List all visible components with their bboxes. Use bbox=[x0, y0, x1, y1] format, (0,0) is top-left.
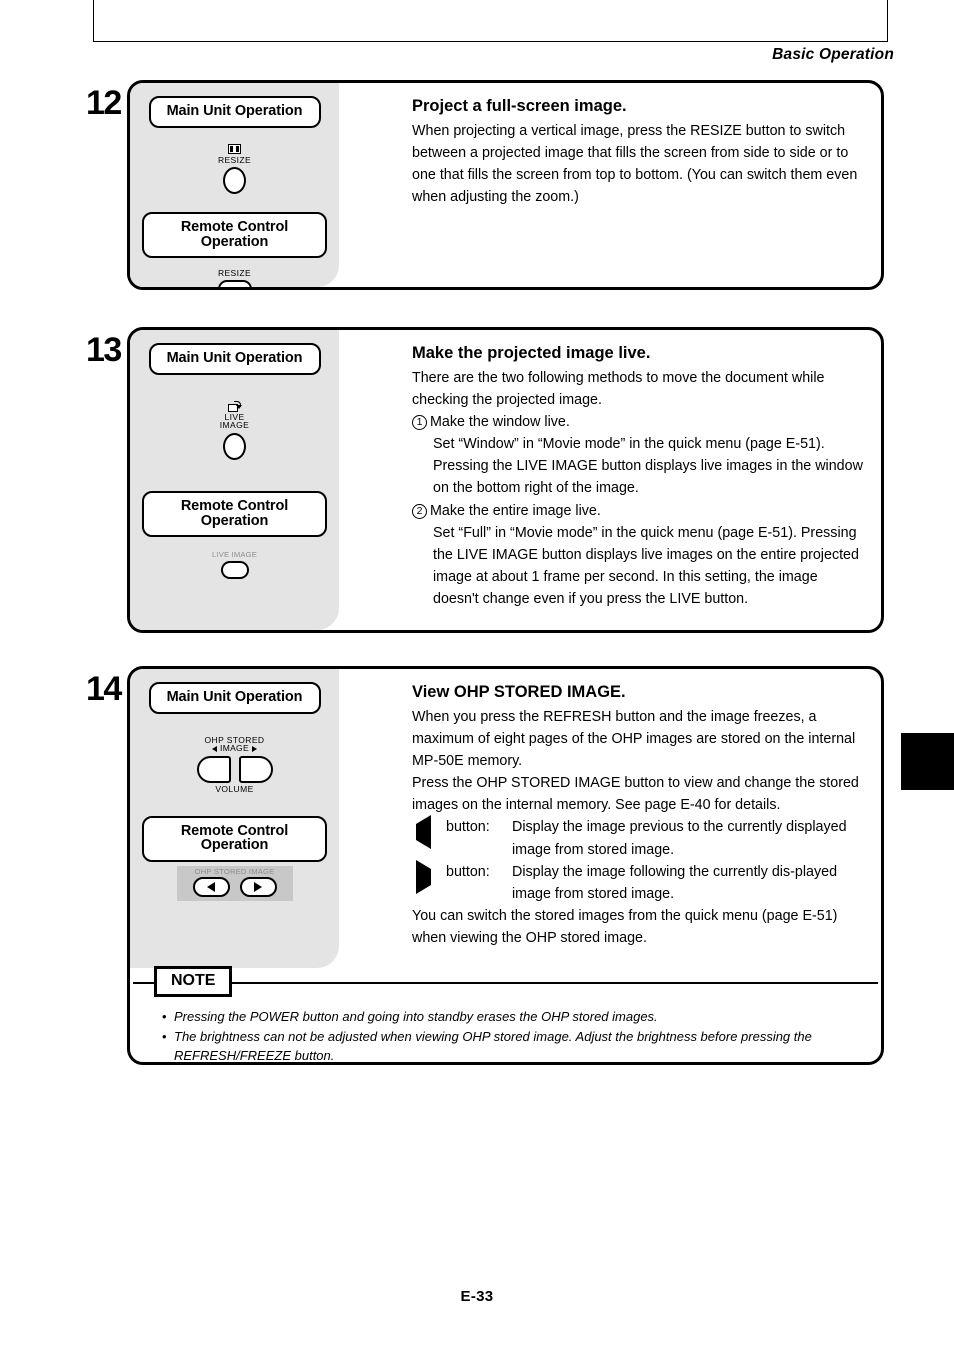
note-item-text-1: Pressing the POWER button and going into… bbox=[174, 1009, 658, 1024]
section-12: Main Unit Operation RESIZE Remote Contro… bbox=[127, 80, 884, 290]
ohp-stored-image-caption-remote: OHP STORED IMAGE bbox=[194, 866, 275, 876]
control-panel-14: Main Unit Operation OHP STORED IMAGE VOL… bbox=[130, 669, 339, 968]
main-unit-operation-label-14: Main Unit Operation bbox=[148, 682, 321, 714]
remote-ohp-stored-image-cluster: OHP STORED IMAGE bbox=[176, 865, 293, 901]
arrow-description-row-right: button: Display the image following the … bbox=[412, 859, 863, 905]
left-triangle-icon bbox=[412, 815, 446, 860]
ohp-previous-button-remote[interactable] bbox=[192, 876, 230, 897]
ohp-next-volume-up-button[interactable] bbox=[238, 755, 273, 783]
section-13-list: 1 Make the window live. Set “Window” in … bbox=[412, 411, 863, 610]
remote-control-operation-label-12: Remote Control Operation bbox=[142, 212, 327, 259]
circled-number-1: 1 bbox=[412, 414, 427, 430]
main-unit-operation-label-13: Main Unit Operation bbox=[148, 343, 321, 375]
remote-control-operation-label-14: Remote Control Operation bbox=[142, 815, 327, 862]
live-image-caption-remote: LIVE IMAGE bbox=[211, 550, 258, 560]
section-12-paragraph: When projecting a vertical image, press … bbox=[412, 122, 858, 206]
left-arrow-icon bbox=[212, 745, 218, 752]
live-image-button-remote[interactable] bbox=[220, 561, 249, 580]
remote-resize-control: RESIZE bbox=[130, 268, 339, 287]
live-image-caption-line2: IMAGE bbox=[219, 420, 250, 431]
main-unit-operation-label-12: Main Unit Operation bbox=[148, 96, 321, 128]
volume-caption: VOLUME bbox=[215, 783, 254, 794]
resize-expand-icon bbox=[228, 143, 241, 154]
control-panel-13: Main Unit Operation LIVE IMAGE Remote Co… bbox=[130, 330, 339, 630]
right-arrow-icon bbox=[251, 745, 257, 752]
section-14-closing: You can switch the stored images from th… bbox=[412, 908, 838, 947]
ohp-previous-volume-down-button[interactable] bbox=[196, 755, 231, 783]
section-number-14: 14 bbox=[86, 670, 122, 708]
main-unit-resize-control: RESIZE bbox=[130, 143, 339, 195]
section-14: Main Unit Operation OHP STORED IMAGE VOL… bbox=[127, 666, 884, 1065]
note-bullet-icon: • bbox=[162, 1028, 167, 1044]
list-item-heading-2: Make the entire image live. bbox=[430, 502, 601, 519]
remote-live-image-control: LIVE IMAGE bbox=[130, 550, 339, 580]
section-13-body: Make the projected image live. There are… bbox=[412, 343, 863, 610]
section-14-paragraph-2: Press the OHP STORED IMAGE button to vie… bbox=[412, 775, 859, 814]
arrow-row-label-right: button: bbox=[446, 863, 490, 880]
left-triangle-icon bbox=[207, 881, 215, 892]
note-item-text-2: The brightness can not be adjusted when … bbox=[174, 1028, 812, 1063]
list-item: 2 Make the entire image live. bbox=[412, 500, 863, 522]
live-image-icon bbox=[228, 400, 242, 412]
main-unit-ohp-volume-control: OHP STORED IMAGE VOLUME bbox=[130, 735, 339, 794]
section-14-paragraph-1: When you press the REFRESH button and th… bbox=[412, 708, 856, 769]
ohp-stored-caption-line2-row: IMAGE bbox=[130, 744, 339, 753]
edge-index-tab bbox=[901, 733, 954, 790]
note-list: • Pressing the POWER button and going in… bbox=[162, 1007, 861, 1063]
live-image-button-main-unit[interactable] bbox=[223, 433, 246, 461]
resize-button-remote[interactable] bbox=[217, 280, 252, 287]
remote-control-operation-label-13: Remote Control Operation bbox=[142, 491, 327, 538]
ohp-next-button-remote[interactable] bbox=[239, 876, 277, 897]
arrow-row-desc-right: Display the image following the currentl… bbox=[512, 863, 838, 902]
note-divider bbox=[133, 982, 878, 984]
right-triangle-icon bbox=[254, 881, 262, 892]
control-panel-12: Main Unit Operation RESIZE Remote Contro… bbox=[130, 83, 339, 287]
section-12-title: Project a full-screen image. bbox=[412, 97, 627, 115]
arrow-row-desc-left: Display the image previous to the curren… bbox=[512, 819, 847, 858]
running-header: Basic Operation bbox=[772, 46, 894, 63]
list-item: 1 Make the window live. bbox=[412, 411, 863, 433]
resize-caption-main: RESIZE bbox=[217, 154, 252, 165]
note-item: • Pressing the POWER button and going in… bbox=[162, 1007, 861, 1027]
main-unit-live-image-control: LIVE IMAGE bbox=[130, 400, 339, 461]
section-12-body: Project a full-screen image. When projec… bbox=[412, 96, 863, 208]
section-number-13: 13 bbox=[86, 331, 122, 369]
section-number-12: 12 bbox=[86, 84, 122, 122]
arrow-description-row-left: button: Display the image previous to th… bbox=[412, 815, 863, 860]
section-14-title: View OHP STORED IMAGE. bbox=[412, 683, 626, 701]
list-item-body-1: Set “Window” in “Movie mode” in the quic… bbox=[433, 436, 863, 497]
note-item: • The brightness can not be adjusted whe… bbox=[162, 1027, 861, 1063]
note-tag: NOTE bbox=[154, 966, 233, 998]
circled-number-2: 2 bbox=[412, 503, 427, 519]
section-13-title: Make the projected image live. bbox=[412, 344, 651, 362]
section-13: Main Unit Operation LIVE IMAGE Remote Co… bbox=[127, 327, 884, 633]
page-top-frame bbox=[93, 0, 888, 42]
section-14-body: View OHP STORED IMAGE. When you press th… bbox=[412, 682, 863, 949]
arrow-row-label-left: button: bbox=[446, 819, 490, 836]
ohp-stored-caption-line2: IMAGE bbox=[220, 743, 249, 754]
right-triangle-icon bbox=[412, 859, 446, 905]
resize-button-main-unit[interactable] bbox=[223, 167, 246, 195]
list-item-heading-1: Make the window live. bbox=[430, 413, 570, 430]
resize-caption-remote: RESIZE bbox=[217, 268, 252, 279]
section-13-intro: There are the two following methods to m… bbox=[412, 369, 825, 408]
page-number: E-33 bbox=[460, 1288, 494, 1305]
list-item-body-2: Set “Full” in “Movie mode” in the quick … bbox=[433, 524, 859, 608]
note-bullet-icon: • bbox=[162, 1009, 167, 1024]
volume-ohp-button-pair bbox=[130, 755, 339, 783]
